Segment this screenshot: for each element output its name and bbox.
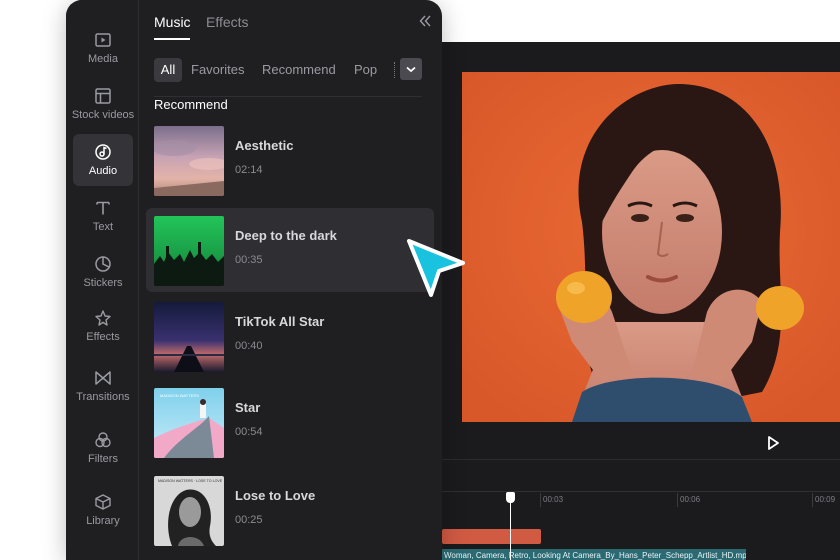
play-icon[interactable] — [764, 434, 782, 452]
tick-mark — [677, 493, 678, 507]
mouse-cursor-icon — [407, 239, 465, 297]
sidebar-item-label: Stickers — [83, 277, 123, 289]
track-item[interactable]: MADISON WATTERS Star 00:54 — [146, 380, 434, 464]
track-duration: 00:40 — [235, 340, 263, 352]
sidebar-item-library[interactable]: Library — [73, 484, 133, 536]
sidebar-item-audio[interactable]: Audio — [73, 134, 133, 186]
filter-chip-favorites[interactable]: Favorites — [191, 58, 244, 82]
sidebar-item-label: Stock videos — [71, 109, 135, 121]
filter-chip-recommend[interactable]: Recommend — [262, 58, 336, 82]
sidebar-item-label: Effects — [86, 331, 120, 343]
track-title: Aesthetic — [235, 138, 294, 153]
media-panel: Media Stock videos Audio Text Stickers E — [66, 0, 442, 560]
track-thumbnail — [154, 302, 224, 372]
tick-label: 00:03 — [543, 495, 564, 504]
sidebar-item-media[interactable]: Media — [73, 22, 133, 74]
tick-label: 00:06 — [680, 495, 701, 504]
sidebar: Media Stock videos Audio Text Stickers E — [66, 0, 139, 560]
track-duration: 02:14 — [235, 164, 263, 176]
video-preview[interactable] — [462, 72, 840, 422]
sidebar-item-stock-videos[interactable]: Stock videos — [71, 78, 135, 130]
collapse-panel-icon[interactable] — [418, 14, 432, 28]
track-thumbnail: MADISON WATTERS — [154, 388, 224, 458]
chevron-down-icon — [406, 66, 416, 73]
sidebar-item-filters[interactable]: Filters — [73, 422, 133, 474]
sidebar-item-text[interactable]: Text — [73, 190, 133, 242]
track-thumbnail: MADISON WATTERS · LOSE TO LOVE — [154, 476, 224, 546]
preview-frame-image — [462, 72, 840, 422]
library-icon — [95, 494, 111, 510]
filter-chip-pop[interactable]: Pop — [354, 58, 377, 82]
stickers-icon — [95, 256, 111, 272]
lose-to-love-cover-text: MADISON WATTERS · LOSE TO LOVE — [158, 479, 223, 483]
filters-icon — [95, 432, 111, 448]
tiktok-all-star-cover-image — [154, 302, 224, 372]
star-artist-text: MADISON WATTERS — [160, 393, 199, 398]
tick-label: 00:09 — [815, 495, 836, 504]
track-item[interactable]: TikTok All Star 00:40 — [146, 294, 434, 378]
lose-to-love-cover-image: MADISON WATTERS · LOSE TO LOVE — [154, 476, 224, 546]
track-duration: 00:25 — [235, 514, 263, 526]
video-clip[interactable]: Woman, Camera, Retro, Looking At Camera_… — [442, 549, 746, 560]
audio-clip[interactable] — [442, 529, 541, 544]
playhead-handle[interactable] — [506, 492, 515, 503]
star-cover-image: MADISON WATTERS — [154, 388, 224, 458]
text-icon — [96, 201, 110, 215]
stock-videos-icon — [95, 88, 111, 104]
track-thumbnail — [154, 126, 224, 196]
track-title: Deep to the dark — [235, 228, 337, 243]
sidebar-item-label: Transitions — [76, 391, 130, 403]
aesthetic-cover-image — [154, 126, 224, 196]
track-duration: 00:35 — [235, 254, 263, 266]
track-title: Lose to Love — [235, 488, 316, 503]
track-duration: 00:54 — [235, 426, 263, 438]
track-title: TikTok All Star — [235, 314, 325, 329]
filter-chip-all[interactable]: All — [154, 58, 182, 82]
sidebar-item-label: Text — [92, 221, 114, 233]
effects-icon — [95, 310, 111, 326]
playhead-line — [510, 497, 511, 560]
audio-content: Music Effects All Favorites Recommend Po… — [140, 0, 442, 560]
media-icon — [95, 33, 111, 47]
player-controls — [442, 426, 840, 460]
track-thumbnail — [154, 216, 224, 286]
timeline-ruler — [442, 491, 840, 492]
sidebar-item-label: Audio — [88, 165, 118, 177]
sidebar-item-effects[interactable]: Effects — [73, 300, 133, 352]
sidebar-item-label: Filters — [88, 453, 118, 465]
active-tab-indicator — [154, 38, 190, 40]
sidebar-item-stickers[interactable]: Stickers — [73, 246, 133, 298]
sidebar-item-label: Media — [88, 53, 118, 65]
track-item[interactable]: Deep to the dark 00:35 — [146, 208, 434, 292]
tab-effects[interactable]: Effects — [206, 14, 249, 30]
track-item[interactable]: MADISON WATTERS · LOSE TO LOVE Lose to L… — [146, 468, 434, 552]
tick-mark — [540, 493, 541, 507]
tab-music[interactable]: Music — [154, 14, 191, 30]
filter-separator — [394, 62, 396, 78]
timeline[interactable]: 00:03 00:06 00:09 Woman, Camera, Retro, … — [442, 461, 840, 560]
transitions-icon — [95, 371, 111, 385]
filter-dropdown-button[interactable] — [400, 58, 422, 80]
app-stage: 00:03 00:06 00:09 Woman, Camera, Retro, … — [0, 0, 840, 560]
sidebar-item-label: Library — [86, 515, 120, 527]
audio-icon — [95, 144, 111, 160]
tick-mark — [812, 493, 813, 507]
track-title: Star — [235, 400, 261, 415]
sidebar-item-transitions[interactable]: Transitions — [73, 360, 133, 412]
deep-to-the-dark-cover-image — [154, 216, 224, 286]
section-title: Recommend — [154, 97, 228, 112]
track-item[interactable]: Aesthetic 02:14 — [146, 118, 434, 202]
